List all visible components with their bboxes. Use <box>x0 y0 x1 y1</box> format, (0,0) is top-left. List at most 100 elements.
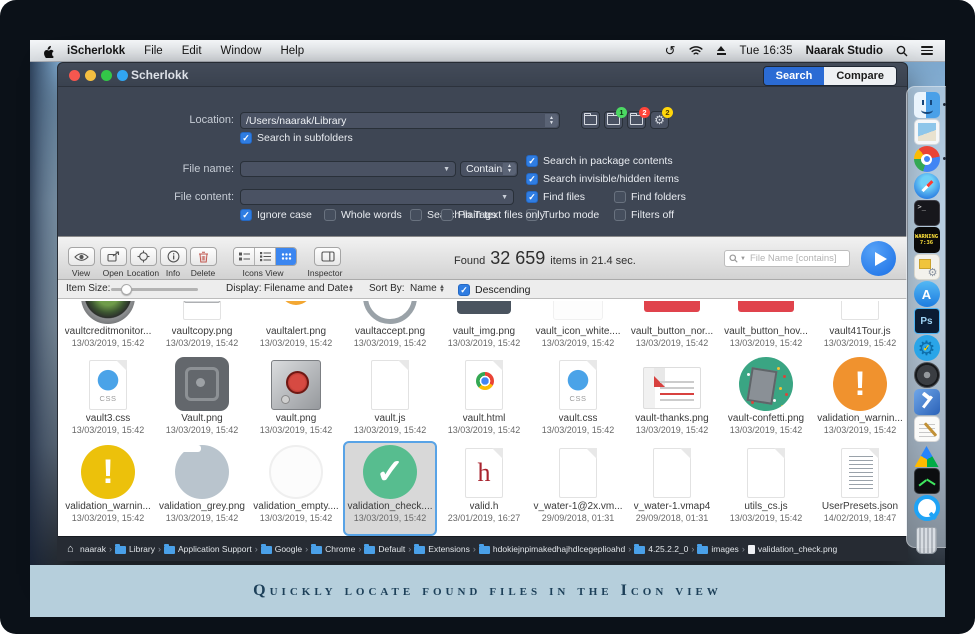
folder-open-button[interactable] <box>581 111 600 129</box>
display-select[interactable]: Filename and Date <box>264 280 349 298</box>
file-item[interactable]: vaultcreditmonitor...13/03/2019, 15:42 <box>61 299 155 353</box>
path-item[interactable]: images <box>697 544 738 554</box>
dock-chrome[interactable] <box>914 146 940 172</box>
file-item[interactable]: vaultaccept.png13/03/2019, 15:42 <box>343 299 437 353</box>
display-stepper-icon[interactable]: ▲▼ <box>348 280 354 298</box>
dock-quicktime[interactable] <box>914 495 940 521</box>
file-item[interactable]: vault_button_hov...13/03/2019, 15:42 <box>719 299 813 353</box>
file-item[interactable]: vault-thanks.png13/03/2019, 15:42 <box>625 353 719 441</box>
eject-icon[interactable] <box>716 46 727 55</box>
checkbox-find-files[interactable]: Find files <box>526 190 585 203</box>
file-item[interactable]: v_water-1@2x.vm...29/09/2018, 01:31 <box>531 441 625 536</box>
checkbox-find-folders[interactable]: Find folders <box>614 190 686 203</box>
file-item[interactable]: vault_icon_white....13/03/2019, 15:42 <box>531 299 625 353</box>
path-item[interactable]: hdokiejnpimakedhajhdlcegeplioahd <box>479 544 625 554</box>
file-item[interactable]: vault.js13/03/2019, 15:42 <box>343 353 437 441</box>
file-item[interactable]: Vault.png13/03/2019, 15:42 <box>155 353 249 441</box>
wifi-icon[interactable] <box>689 45 703 56</box>
tab-search[interactable]: Search <box>764 67 825 85</box>
checkbox-descending[interactable]: Descending <box>458 283 530 296</box>
menu-file[interactable]: File <box>144 45 163 57</box>
match-mode-select[interactable]: Containing ▲▼ <box>460 161 518 177</box>
location-stepper[interactable]: ▲▼ <box>545 114 558 127</box>
file-item[interactable]: vault_button_nor...13/03/2019, 15:42 <box>625 299 719 353</box>
folder-add-button[interactable]: 1 <box>604 111 623 129</box>
folder-remove-button[interactable]: 2 <box>627 111 646 129</box>
tab-compare[interactable]: Compare <box>824 67 896 85</box>
close-window-button[interactable] <box>69 70 80 81</box>
match-mode-stepper[interactable]: ▲▼ <box>503 163 516 175</box>
file-item[interactable]: UserPresets.json14/02/2019, 18:47 <box>813 441 907 536</box>
slider-knob[interactable] <box>121 284 132 295</box>
dock-photos[interactable] <box>914 119 940 145</box>
file-content-combo[interactable]: ▼ <box>240 189 514 205</box>
dock-finder[interactable] <box>914 92 940 118</box>
item-size-slider[interactable] <box>111 288 198 291</box>
file-item[interactable]: vaultcopy.png13/03/2019, 15:42 <box>155 299 249 353</box>
extra-window-button[interactable] <box>117 70 128 81</box>
checkbox-whole-words[interactable]: Whole words <box>324 208 402 221</box>
window-titlebar[interactable]: Scherlokk Search Compare <box>58 63 907 87</box>
detail-view-button[interactable] <box>255 248 276 265</box>
dock-terminal[interactable] <box>914 200 940 226</box>
path-item[interactable]: Extensions <box>414 544 470 554</box>
menu-account[interactable]: Naarak Studio <box>806 45 883 57</box>
file-item[interactable]: vault.png13/03/2019, 15:42 <box>249 353 343 441</box>
dock-xcode[interactable] <box>914 389 940 415</box>
dock-status-widget[interactable]: WARNING 7:36 <box>914 227 940 253</box>
inspector-button[interactable] <box>314 247 341 266</box>
icons-view-button[interactable] <box>276 248 296 265</box>
file-item[interactable]: validation_warnin...13/03/2019, 15:42 <box>61 441 155 536</box>
filter-field[interactable]: ▼ <box>724 250 850 267</box>
path-item[interactable]: Application Support <box>164 544 252 554</box>
file-item[interactable]: validation_grey.png13/03/2019, 15:42 <box>155 441 249 536</box>
file-item[interactable]: vault.html13/03/2019, 15:42 <box>437 353 531 441</box>
path-item[interactable]: Chrome <box>311 544 355 554</box>
checkbox-invisible-items[interactable]: Search invisible/hidden items <box>526 172 679 185</box>
path-item[interactable]: 4.25.2.2_0 <box>634 544 688 554</box>
dock-google-drive[interactable] <box>915 446 939 467</box>
dock-photoshop[interactable] <box>914 308 940 334</box>
path-item[interactable]: Google <box>261 544 302 554</box>
info-button[interactable] <box>160 247 187 266</box>
menu-clock[interactable]: Tue 16:35 <box>740 45 793 57</box>
dock-app-store[interactable] <box>914 281 940 307</box>
dock-activity-monitor[interactable] <box>914 468 940 494</box>
path-item[interactable]: Default <box>364 544 405 554</box>
menu-help[interactable]: Help <box>280 45 304 57</box>
path-item[interactable]: naarak <box>67 544 106 554</box>
file-item[interactable]: vault3.css13/03/2019, 15:42 <box>61 353 155 441</box>
file-item[interactable]: utils_cs.js13/03/2019, 15:42 <box>719 441 813 536</box>
open-button[interactable] <box>100 247 127 266</box>
zoom-window-button[interactable] <box>101 70 112 81</box>
notification-center-icon[interactable] <box>921 46 933 55</box>
location-combo[interactable]: /Users/naarak/Library ▲▼ <box>240 112 560 129</box>
dock-trash[interactable] <box>916 527 937 554</box>
apple-menu-icon[interactable] <box>42 44 54 58</box>
minimize-window-button[interactable] <box>85 70 96 81</box>
file-name-combo[interactable]: ▼ <box>240 161 456 177</box>
delete-button[interactable] <box>190 247 217 266</box>
file-item[interactable]: vault-confetti.png13/03/2019, 15:42 <box>719 353 813 441</box>
path-item[interactable]: validation_check.png <box>748 544 837 554</box>
dock-safari[interactable] <box>914 173 940 199</box>
file-item[interactable]: vault41Tour.js13/03/2019, 15:42 <box>813 299 907 353</box>
checkbox-filters-off[interactable]: Filters off <box>614 208 674 221</box>
list-view-button[interactable] <box>234 248 255 265</box>
file-item[interactable]: validation_empty....13/03/2019, 15:42 <box>249 441 343 536</box>
file-item[interactable]: validation_warnin...13/03/2019, 15:42 <box>813 353 907 441</box>
dock-installer[interactable] <box>914 254 940 280</box>
checkbox-plain-text-only[interactable]: Plain text files only <box>441 208 545 221</box>
start-search-button[interactable] <box>861 241 896 276</box>
checkbox-ignore-case[interactable]: Ignore case <box>240 208 312 221</box>
menu-window[interactable]: Window <box>221 45 262 57</box>
checkbox-search-in-subfolders[interactable]: Search in subfolders <box>240 131 353 144</box>
spotlight-search-icon[interactable] <box>896 45 908 57</box>
path-item[interactable]: Library <box>115 544 155 554</box>
checkbox-package-contents[interactable]: Search in package contents <box>526 154 673 167</box>
dock-steering-wheel-app[interactable] <box>914 362 940 388</box>
time-machine-icon[interactable]: ↺ <box>665 44 676 57</box>
file-item[interactable]: validation_check....13/03/2019, 15:42 <box>343 441 437 536</box>
file-item[interactable]: v_water-1.vmap429/09/2018, 01:31 <box>625 441 719 536</box>
dock-textedit[interactable] <box>914 416 940 442</box>
